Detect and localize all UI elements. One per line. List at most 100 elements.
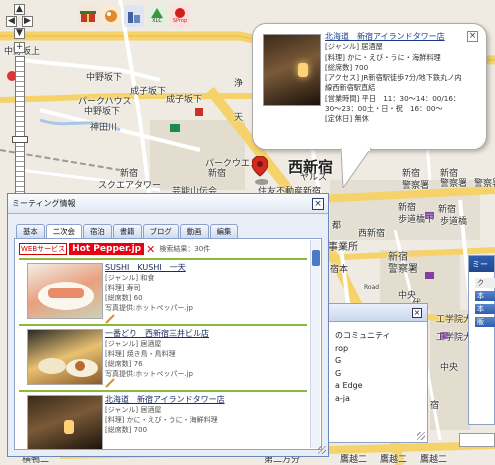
map-label: 宿 (430, 401, 440, 411)
map-label: 中央 (440, 363, 459, 373)
tab-afterparty[interactable]: 二次会 (45, 224, 82, 238)
map-label: 成子坂下 (130, 87, 167, 97)
tree-icon[interactable]: XLC (147, 5, 167, 27)
map-label: 鷹越二 (340, 455, 368, 465)
meeting-info-panel: ミーティング情報 × 基本 二次会 宿泊 書籍 ブログ 動画 編集 WEBサービ… (7, 193, 329, 457)
shop-line: [総席数] 76 (105, 360, 143, 368)
zoom-in-button[interactable]: + (14, 42, 25, 53)
info-line: [総席数] 700 (325, 62, 369, 72)
shop-photo[interactable] (27, 329, 103, 385)
info-window-text: 北海道 新宿アイランドタワー店 [ジャンル] 居酒屋 [料理] かに・えび・うに… (325, 32, 475, 125)
list-scrollbar[interactable] (310, 240, 320, 448)
community-title: のコミュニティ (335, 331, 391, 340)
map-label: 警察署 (474, 179, 495, 189)
info-line: [営業時間] 平日 11：30～14：00/16： (325, 93, 461, 103)
tab-blog[interactable]: ブログ (142, 224, 179, 238)
scrollbar-thumb[interactable] (312, 250, 320, 266)
community-row[interactable]: a-ja (335, 393, 427, 406)
community-close-button[interactable]: × (412, 308, 422, 318)
shop-line: 写真提供:ホットペッパー.jp (105, 370, 193, 378)
shop-line: [ジャンル] 居酒屋 (105, 406, 162, 414)
pan-up-button[interactable]: ▲ (14, 4, 25, 15)
shop-line: [総席数] 700 (105, 426, 148, 434)
map-pin-icon[interactable] (252, 156, 268, 186)
info-line: [アクセス] JR新宿駅徒歩7分/地下鉄丸ノ内 (325, 73, 462, 83)
list-item: 北海道 新宿アイランドタワー店 [ジャンル] 居酒屋 [料理] かに・えび・うに… (19, 390, 307, 449)
building-icon[interactable] (124, 5, 144, 27)
tab-basic[interactable]: 基本 (16, 224, 45, 238)
info-line: [定休日] 無休 (325, 114, 369, 124)
map-label: 警察署 (440, 179, 468, 189)
resize-grip[interactable] (417, 432, 425, 440)
hotpepper-logo[interactable]: Hot Pepper.jp (69, 243, 145, 255)
tab-lodging[interactable]: 宿泊 (82, 224, 112, 238)
map-label: 西新宿 (358, 229, 386, 239)
community-panel: × のコミュニティ rop G G a Edge a-ja (320, 303, 428, 443)
map-label: 鷹越二 (380, 455, 408, 465)
shop-name-link[interactable]: 北海道 新宿アイランドタワー店 (105, 394, 305, 405)
pan-right-button[interactable]: ▶ (22, 16, 33, 27)
info-window-photo (263, 34, 321, 106)
map-label: Road (364, 284, 380, 291)
map-label: 成子坂下 (166, 95, 203, 105)
hotpepper-remove-icon[interactable]: ✕ (146, 243, 155, 256)
map-label: 鷹越二 (420, 455, 448, 465)
pan-down-button[interactable]: ▼ (14, 28, 25, 39)
tab-video[interactable]: 動画 (179, 224, 209, 238)
tab-edit[interactable]: 編集 (209, 224, 239, 238)
shop-line: [料理] かに・えび・うに・海鮮料理 (105, 416, 218, 424)
web-service-label: WEBサービス (19, 243, 68, 255)
sprop-icon[interactable]: SProp (170, 5, 190, 27)
map-label: 天 (234, 113, 244, 123)
community-row[interactable]: rop (335, 343, 427, 356)
pencil-icon[interactable] (105, 378, 115, 388)
info-window: 北海道 新宿アイランドタワー店 [ジャンル] 居酒屋 [料理] かに・えび・うに… (252, 23, 487, 188)
meeting-titlebar[interactable]: ミーティング情報 (8, 194, 328, 214)
pencil-icon[interactable] (105, 314, 115, 324)
info-line: [ジャンル] 居酒屋 (325, 42, 383, 52)
shop-photo[interactable] (27, 263, 103, 319)
shop-line: 写真提供:ホットペッパー.jp (105, 304, 193, 312)
right-panel-tab[interactable]: 本 (475, 304, 495, 314)
pan-left-button[interactable]: ◀ (6, 16, 17, 27)
shop-line: [料理] 焼き鳥・鳥料理 (105, 350, 176, 358)
meeting-tabs: 基本 二次会 宿泊 書籍 ブログ 動画 編集 (16, 224, 239, 238)
community-row[interactable]: G (335, 368, 427, 381)
tab-books[interactable]: 書籍 (112, 224, 142, 238)
map-label: 新宿 (208, 169, 227, 179)
map-label: スクエアタワー (98, 181, 162, 191)
right-panel-tab[interactable]: 販 (475, 317, 495, 327)
gift-icon[interactable] (78, 5, 98, 27)
info-line: 線西新宿駅直結 (325, 83, 376, 93)
tree-icon-label: XLC (152, 18, 162, 24)
list-item: SUSHI KUSHI 一天 [ジャンル] 和食 [料理] 寿司 [総席数] 6… (19, 258, 307, 324)
map-label: 都 (332, 221, 342, 231)
map-label: 事業所 (328, 242, 358, 253)
info-window-title[interactable]: 北海道 新宿アイランドタワー店 (325, 32, 475, 42)
zoom-slider-thumb[interactable] (12, 136, 28, 143)
info-window-close-button[interactable]: × (467, 31, 478, 42)
map-toolbar: XLC SProp (78, 5, 190, 29)
right-panel-tab[interactable]: 本 (475, 291, 495, 301)
right-panel-title[interactable]: ミーテ (469, 256, 494, 280)
map-label: 中野坂下 (84, 107, 121, 117)
result-count: 検索結果：30件 (159, 245, 211, 253)
shop-photo[interactable] (27, 395, 103, 449)
paint-icon[interactable] (101, 5, 121, 27)
meeting-close-button[interactable]: × (312, 198, 324, 210)
shop-line: [ジャンル] 居酒屋 (105, 340, 162, 348)
map-label: 歩道橋下 (398, 215, 435, 225)
shop-name-link[interactable]: 一番どり 西新宿三井ビル店 (105, 328, 305, 339)
shop-line: [総席数] 60 (105, 294, 143, 302)
shop-name-link[interactable]: SUSHI KUSHI 一天 (105, 262, 305, 273)
community-row[interactable]: a Edge (335, 380, 427, 393)
map-label: 宿本 (330, 265, 349, 275)
right-panel-tab[interactable]: ク (475, 278, 495, 288)
community-row[interactable]: G (335, 355, 427, 368)
bottom-right-box (459, 433, 495, 447)
resize-grip[interactable] (318, 446, 326, 454)
zoom-slider[interactable] (15, 56, 25, 206)
map-label: 神田川 (90, 123, 118, 133)
map-label: 浄 (234, 79, 244, 89)
info-window-tail (341, 148, 371, 188)
